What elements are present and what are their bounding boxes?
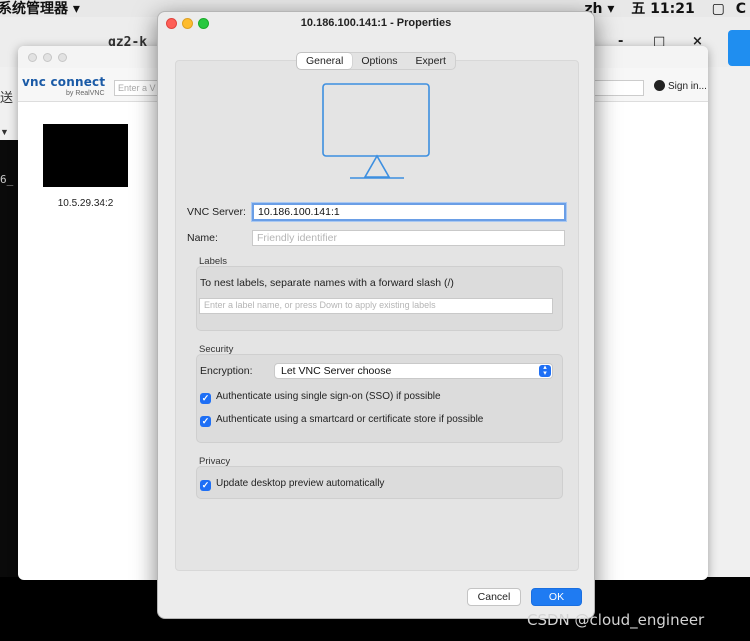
label-input[interactable]: Enter a label name, or press Down to app… bbox=[199, 298, 553, 314]
dialog-title: 10.186.100.141:1 - Properties bbox=[300, 17, 452, 29]
tab-expert[interactable]: Expert bbox=[407, 53, 455, 69]
minimize-dot-icon[interactable] bbox=[43, 53, 52, 62]
smartcard-checkbox[interactable]: ✓ bbox=[200, 416, 211, 427]
sso-label: Authenticate using single sign-on (SSO) … bbox=[216, 391, 441, 402]
chevron-up-down-icon: ▴ ▾ bbox=[539, 364, 551, 377]
vnc-window-controls bbox=[28, 53, 73, 65]
zoom-dot-icon[interactable] bbox=[58, 53, 67, 62]
vnc-connect-logo: vnc connect bbox=[22, 75, 106, 89]
vnc-server-label: VNC Server: bbox=[187, 206, 246, 218]
sso-checkbox-row[interactable]: ✓ Authenticate using single sign-on (SSO)… bbox=[200, 391, 441, 404]
name-label: Name: bbox=[187, 232, 218, 244]
encryption-select[interactable]: Let VNC Server choose ▴ ▾ bbox=[274, 363, 553, 379]
tray-edge-text: C bbox=[735, 1, 746, 17]
tab-bar: General Options Expert bbox=[296, 52, 456, 70]
person-icon bbox=[654, 80, 665, 91]
sign-in-button[interactable]: Sign in... ▾ bbox=[654, 80, 708, 92]
smartcard-checkbox-row[interactable]: ✓ Authenticate using a smartcard or certi… bbox=[200, 414, 483, 427]
labels-instructions: To nest labels, separate names with a fo… bbox=[200, 277, 454, 289]
monitor-icon bbox=[322, 83, 430, 179]
preview-checkbox[interactable]: ✓ bbox=[200, 480, 211, 491]
ok-button[interactable]: OK bbox=[531, 588, 582, 606]
vnc-server-input[interactable]: 10.186.100.141:1 bbox=[252, 203, 566, 221]
sign-in-label: Sign in... ▾ bbox=[668, 81, 708, 92]
left-terminal-text: 6_ bbox=[0, 173, 14, 186]
clock: 五 11:21 bbox=[631, 1, 695, 17]
close-dot-icon[interactable] bbox=[28, 53, 37, 62]
system-tray: zh ▾ 五 11:21 ▢ C bbox=[572, 0, 746, 18]
vnc-logo-subtitle: by RealVNC bbox=[66, 90, 105, 97]
encryption-label: Encryption: bbox=[200, 365, 253, 377]
cancel-button[interactable]: Cancel bbox=[467, 588, 521, 606]
left-strip-text: 送 bbox=[0, 91, 14, 106]
encryption-value: Let VNC Server choose bbox=[281, 365, 392, 377]
dialog-titlebar: 10.186.100.141:1 - Properties bbox=[158, 12, 594, 34]
preview-checkbox-row[interactable]: ✓ Update desktop preview automatically bbox=[200, 478, 384, 491]
left-strip-arrow[interactable]: ▼ bbox=[0, 127, 9, 137]
system-manager-menu[interactable]: 系统管理器 ▾ bbox=[0, 0, 80, 18]
left-terminal-strip bbox=[0, 140, 20, 641]
connection-label[interactable]: 10.5.29.34:2 bbox=[38, 198, 133, 209]
window-icon[interactable]: ▢ bbox=[712, 1, 725, 17]
address-search-input-end[interactable] bbox=[594, 80, 644, 96]
sso-checkbox[interactable]: ✓ bbox=[200, 393, 211, 404]
tab-general[interactable]: General bbox=[297, 53, 353, 69]
properties-dialog: 10.186.100.141:1 - Properties General Op… bbox=[157, 11, 595, 619]
tab-options[interactable]: Options bbox=[352, 53, 406, 69]
preview-label: Update desktop preview automatically bbox=[216, 478, 385, 489]
name-input[interactable]: Friendly identifier bbox=[252, 230, 565, 246]
connection-thumbnail[interactable] bbox=[43, 124, 128, 187]
smartcard-label: Authenticate using a smartcard or certif… bbox=[216, 414, 484, 425]
watermark: CSDN @cloud_engineer bbox=[527, 611, 705, 629]
blue-side-button[interactable] bbox=[728, 30, 750, 66]
